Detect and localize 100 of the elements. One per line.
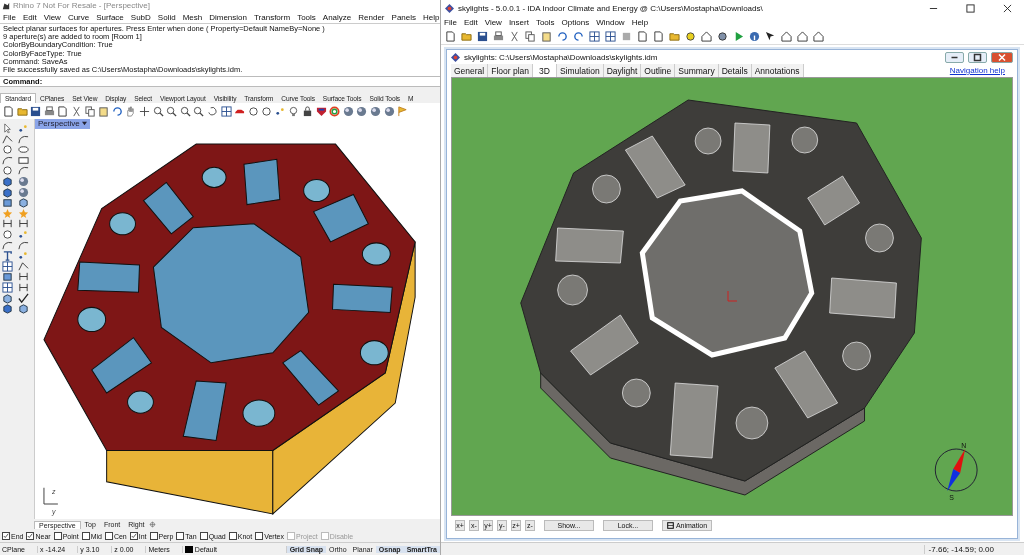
tab[interactable]: Outline bbox=[641, 64, 676, 77]
flag-icon[interactable] bbox=[397, 105, 409, 117]
save-icon[interactable] bbox=[477, 30, 488, 42]
tab[interactable]: General bbox=[451, 64, 489, 77]
undo-icon[interactable] bbox=[111, 105, 123, 117]
printer-icon[interactable] bbox=[493, 30, 504, 42]
caret-icon[interactable] bbox=[82, 121, 88, 126]
house-icon[interactable] bbox=[701, 30, 712, 42]
tab[interactable]: Daylight bbox=[603, 64, 642, 77]
doc-icon[interactable] bbox=[3, 105, 14, 117]
box-icon[interactable] bbox=[18, 303, 29, 315]
menu-item[interactable]: Edit bbox=[22, 12, 37, 22]
menu-item[interactable]: View bbox=[43, 12, 61, 22]
menu-item[interactable]: Help bbox=[423, 12, 440, 22]
sphere-icon[interactable] bbox=[342, 105, 354, 117]
menu-item[interactable]: Help bbox=[631, 17, 649, 27]
save-icon[interactable] bbox=[30, 105, 42, 117]
viewport-title-tab[interactable]: Perspective bbox=[35, 119, 91, 129]
tab[interactable]: Annotations bbox=[751, 64, 804, 77]
zoom-icon[interactable] bbox=[152, 105, 164, 117]
folder-icon[interactable] bbox=[461, 30, 472, 42]
sphere-icon[interactable] bbox=[370, 105, 382, 117]
menu-item[interactable]: File bbox=[444, 17, 457, 27]
house-icon[interactable] bbox=[781, 30, 792, 42]
lock-icon[interactable] bbox=[302, 105, 314, 117]
panel-icon[interactable] bbox=[589, 30, 600, 42]
house-icon[interactable] bbox=[813, 30, 824, 42]
tab[interactable]: Details bbox=[718, 64, 752, 77]
dim-icon[interactable] bbox=[18, 281, 29, 293]
zoom-icon[interactable] bbox=[179, 105, 191, 117]
curve-icon[interactable] bbox=[18, 133, 29, 145]
maximize-icon[interactable] bbox=[966, 3, 975, 13]
dot-icon[interactable] bbox=[18, 123, 29, 134]
curve-icon[interactable] bbox=[18, 239, 29, 251]
menu-item[interactable]: Analyze bbox=[322, 12, 352, 22]
line-icon[interactable] bbox=[18, 260, 29, 272]
box-icon[interactable] bbox=[2, 292, 13, 304]
tab[interactable]: Summary bbox=[675, 64, 719, 77]
circle-icon[interactable] bbox=[261, 105, 273, 117]
info-icon[interactable] bbox=[749, 30, 760, 42]
zoom-icon[interactable] bbox=[166, 105, 178, 117]
circle-icon[interactable] bbox=[2, 165, 13, 177]
menu-item[interactable]: Render bbox=[358, 12, 385, 22]
cylinder-icon[interactable] bbox=[2, 197, 13, 209]
scissors-icon[interactable] bbox=[70, 105, 82, 117]
sphere-icon[interactable] bbox=[18, 186, 29, 198]
panel-icon[interactable] bbox=[605, 30, 616, 42]
cube-icon[interactable] bbox=[2, 186, 13, 198]
paste-icon[interactable] bbox=[98, 105, 110, 117]
sphere-icon[interactable] bbox=[356, 105, 368, 117]
menu-item[interactable]: Tools bbox=[535, 17, 555, 27]
navigation-help-link[interactable]: Navigation help bbox=[949, 66, 1013, 75]
page-icon[interactable] bbox=[57, 105, 69, 117]
menu-item[interactable]: Insert bbox=[508, 17, 529, 27]
printer-icon[interactable] bbox=[43, 105, 55, 117]
menu-item[interactable]: Surface bbox=[96, 12, 124, 22]
menu-item[interactable]: Dimension bbox=[209, 12, 247, 22]
dim-icon[interactable] bbox=[18, 271, 29, 283]
grid-icon[interactable] bbox=[2, 260, 13, 272]
circle-icon[interactable] bbox=[2, 228, 13, 240]
cube-icon[interactable] bbox=[2, 303, 13, 315]
folder-icon[interactable] bbox=[16, 105, 28, 117]
scissors-icon[interactable] bbox=[509, 30, 520, 42]
rect-icon[interactable] bbox=[18, 154, 29, 166]
doc-icon[interactable] bbox=[445, 30, 456, 42]
restore-icon[interactable] bbox=[968, 51, 987, 63]
points-icon[interactable] bbox=[274, 105, 286, 117]
house-icon[interactable] bbox=[797, 30, 808, 42]
grid-icon[interactable] bbox=[220, 105, 232, 117]
cursor-icon[interactable] bbox=[2, 123, 13, 134]
arc-icon[interactable] bbox=[2, 154, 13, 166]
zoom-icon[interactable] bbox=[193, 105, 205, 117]
move-icon[interactable] bbox=[138, 105, 150, 117]
cube-icon[interactable] bbox=[2, 175, 13, 187]
sphere-icon[interactable] bbox=[18, 175, 29, 187]
minimize-icon[interactable] bbox=[945, 51, 964, 63]
menu-item[interactable]: Window bbox=[596, 17, 625, 27]
shield-icon[interactable] bbox=[315, 105, 327, 117]
curve-icon[interactable] bbox=[2, 239, 13, 251]
copy-icon[interactable] bbox=[84, 105, 96, 117]
menu-item[interactable]: SubD bbox=[130, 12, 151, 22]
wheel-icon[interactable] bbox=[329, 105, 341, 117]
dim-icon[interactable] bbox=[2, 218, 13, 230]
menu-item[interactable]: Solid bbox=[157, 12, 176, 22]
rotate-icon[interactable] bbox=[206, 105, 218, 117]
page-icon[interactable] bbox=[653, 30, 664, 42]
grid-icon[interactable] bbox=[2, 281, 13, 293]
undo-icon[interactable] bbox=[557, 30, 568, 42]
menu-item[interactable]: Curve bbox=[67, 12, 90, 22]
menu-item[interactable]: Transform bbox=[254, 12, 291, 22]
ellipse-icon[interactable] bbox=[18, 144, 29, 156]
menu-item[interactable]: File bbox=[3, 12, 16, 22]
paste-icon[interactable] bbox=[541, 30, 552, 42]
star-icon[interactable] bbox=[2, 207, 13, 219]
folder-icon[interactable] bbox=[669, 30, 680, 42]
redo-icon[interactable] bbox=[573, 30, 584, 42]
circle-icon[interactable] bbox=[2, 144, 13, 156]
cylinder-icon[interactable] bbox=[2, 271, 13, 283]
points-icon[interactable] bbox=[18, 228, 29, 240]
disc-icon[interactable] bbox=[685, 30, 696, 42]
